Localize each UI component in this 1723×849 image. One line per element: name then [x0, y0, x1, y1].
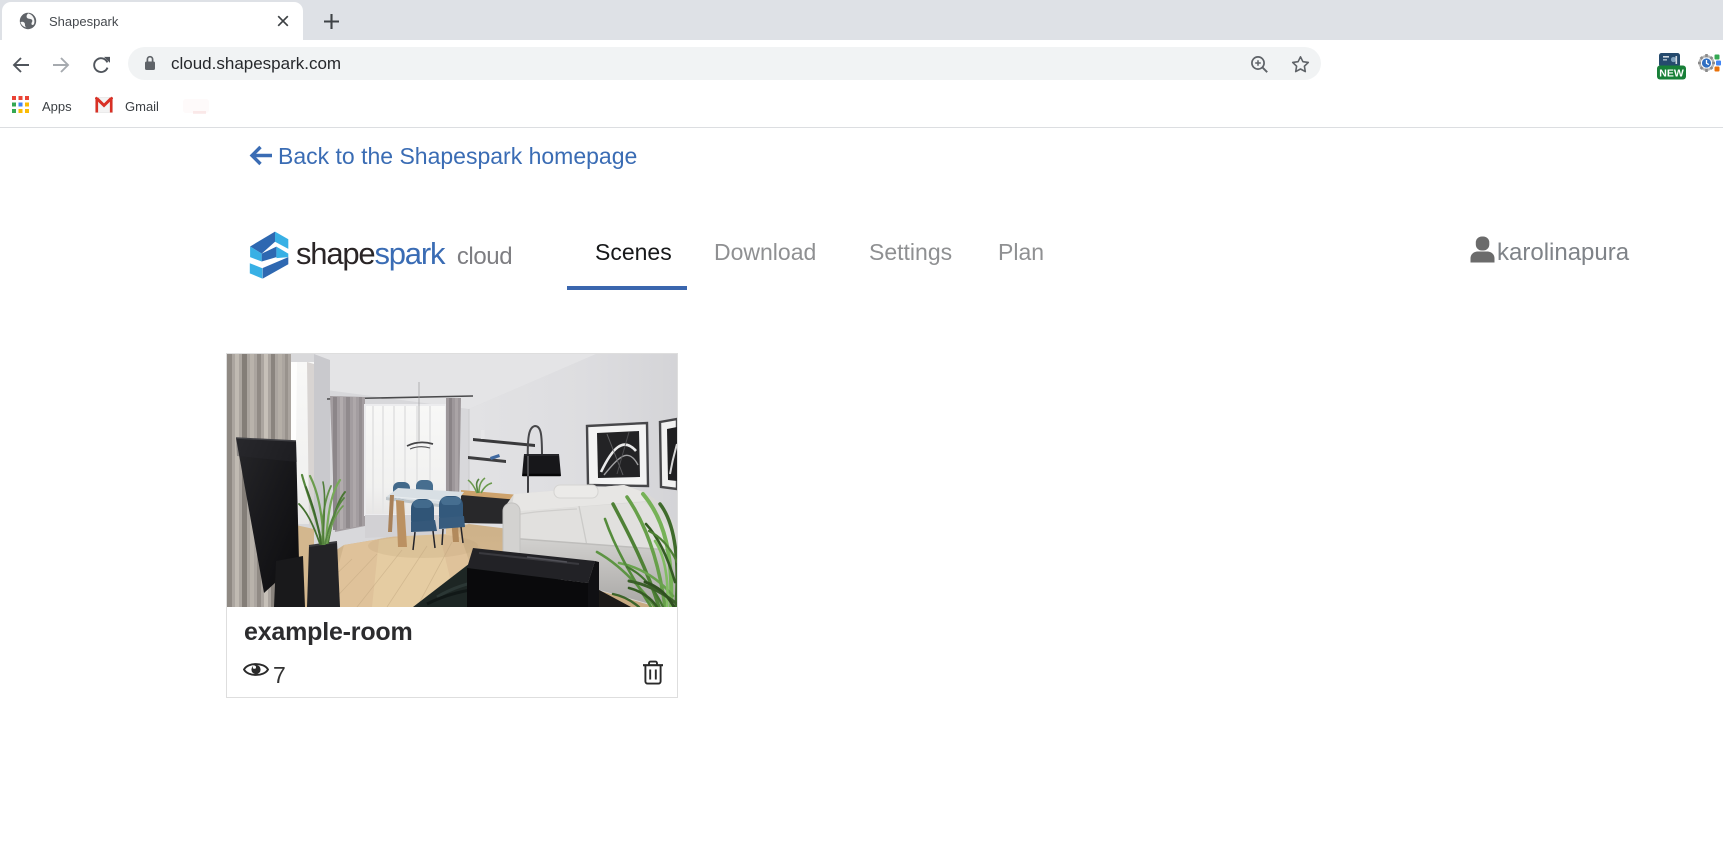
- svg-text:NEW: NEW: [1659, 68, 1684, 80]
